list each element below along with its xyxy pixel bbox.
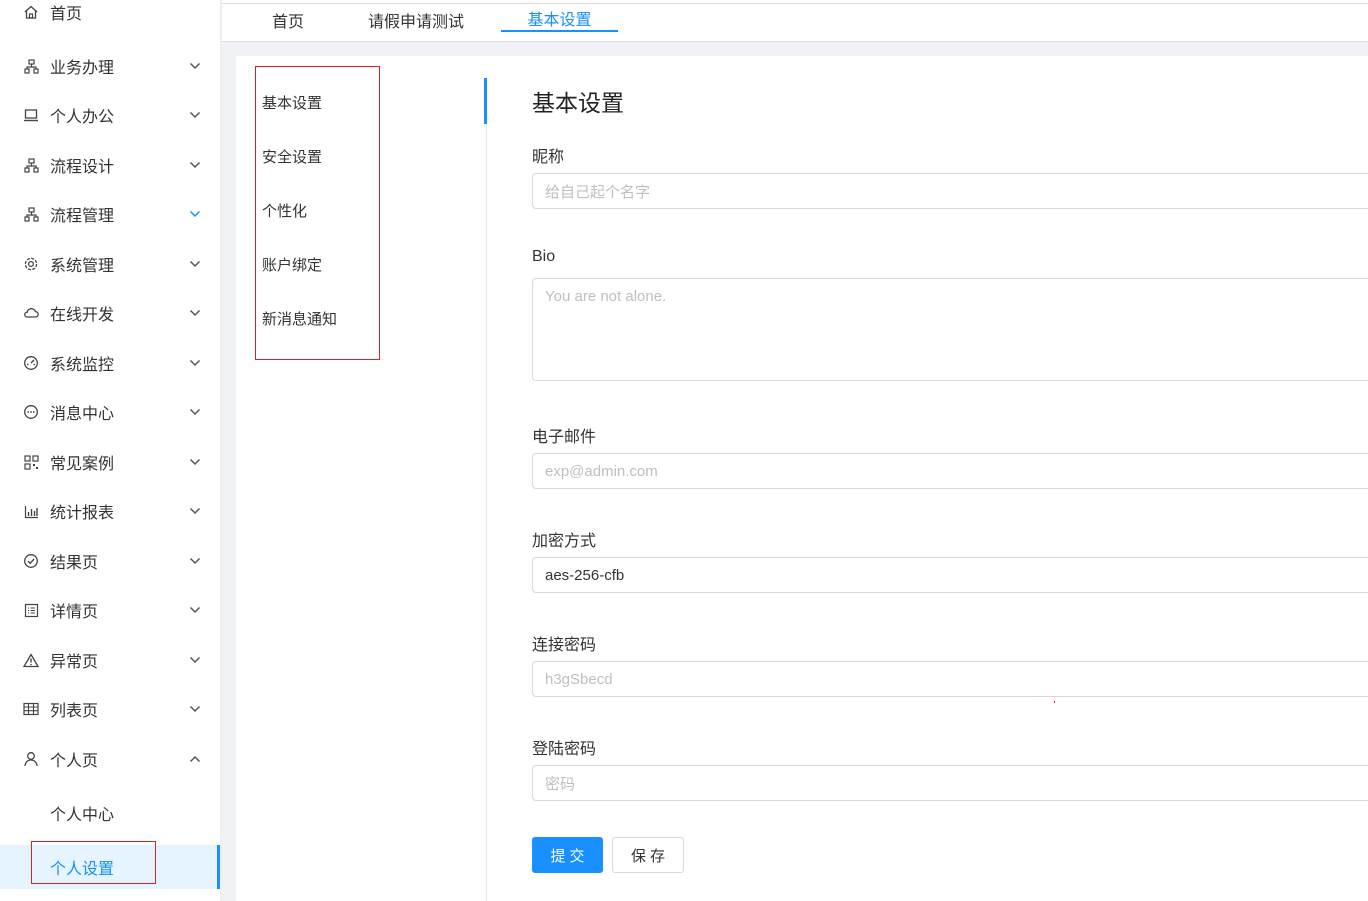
settings-card: 基本设置 安全设置 个性化 账户绑定 新消息通知 基本设置 昵称 给自己起个名字… <box>236 56 1368 901</box>
cloud-icon <box>22 304 40 322</box>
chevron-down-icon <box>188 405 202 419</box>
chevron-down-icon <box>188 455 202 469</box>
sidebar-item-personal-office[interactable]: 个人办公 <box>0 95 220 135</box>
sidebar-item-label: 在线开发 <box>50 307 115 324</box>
email-label: 电子邮件 <box>532 429 597 446</box>
nickname-label: 昵称 <box>532 149 565 166</box>
bio-label: Bio <box>532 248 556 265</box>
sidebar-item-label: 常见案例 <box>50 456 115 473</box>
gear-icon <box>22 255 40 273</box>
highlight-box <box>255 66 380 360</box>
chevron-down-icon <box>188 207 202 221</box>
sidebar-item-list-page[interactable]: 列表页 <box>0 689 220 729</box>
settings-menu-divider <box>486 78 487 901</box>
save-button[interactable]: 保存 <box>612 837 684 873</box>
apartment-icon <box>22 156 40 174</box>
page-title: 基本设置 <box>532 90 624 116</box>
sidebar-item-process-management[interactable]: 流程管理 <box>0 194 220 234</box>
email-input[interactable]: exp@admin.com <box>532 453 1368 489</box>
sidebar-item-system-monitor[interactable]: 系统监控 <box>0 343 220 383</box>
chevron-down-icon <box>188 356 202 370</box>
chevron-down-icon <box>188 504 202 518</box>
sidebar-item-label: 结果页 <box>50 555 99 572</box>
chevron-down-icon <box>188 603 202 617</box>
sidebar-item-label: 异常页 <box>50 654 99 671</box>
chevron-down-icon <box>188 306 202 320</box>
sidebar-item-label: 统计报表 <box>50 505 115 522</box>
sidebar-item-label: 系统管理 <box>50 258 115 275</box>
sidebar-item-business[interactable]: 业务办理 <box>0 46 220 86</box>
chevron-down-icon <box>188 59 202 73</box>
qrcode-icon <box>22 453 40 471</box>
sidebar-item-online-dev[interactable]: 在线开发 <box>0 293 220 333</box>
chevron-down-icon <box>188 108 202 122</box>
tab-bar: 首页 请假申请测试 基本设置 <box>222 0 1368 42</box>
login-password-input[interactable]: 密码 <box>532 765 1368 801</box>
sidebar-subitem-personal-center[interactable]: 个人中心 <box>0 791 220 835</box>
chevron-down-icon <box>188 554 202 568</box>
sidebar-item-label: 首页 <box>50 6 83 23</box>
sidebar-item-message-center[interactable]: 消息中心 <box>0 392 220 432</box>
sidebar-item-personal-page[interactable]: 个人页 <box>0 739 220 779</box>
sidebar-item-process-design[interactable]: 流程设计 <box>0 145 220 185</box>
conn-password-input[interactable]: h3gSbecd <box>532 661 1368 697</box>
top-border <box>222 3 1368 4</box>
apartment-icon <box>22 57 40 75</box>
chevron-up-icon <box>188 752 202 766</box>
home-icon <box>22 3 40 21</box>
sidebar-subitem-label: 个人中心 <box>50 807 115 824</box>
sidebar-item-home[interactable]: 首页 <box>0 0 220 32</box>
dashboard-icon <box>22 354 40 372</box>
highlight-box <box>31 841 156 884</box>
sidebar-item-label: 个人页 <box>50 753 99 770</box>
tab-home[interactable]: 首页 <box>252 0 324 32</box>
sidebar-item-exception-page[interactable]: 异常页 <box>0 640 220 680</box>
message-icon <box>22 403 40 421</box>
sidebar-item-label: 消息中心 <box>50 406 115 423</box>
submit-button[interactable]: 提交 <box>532 837 603 873</box>
encryption-select[interactable]: aes-256-cfb <box>532 557 1368 593</box>
stray-mark <box>1054 701 1055 703</box>
sidebar-item-result-page[interactable]: 结果页 <box>0 541 220 581</box>
apartment-icon <box>22 205 40 223</box>
tab-basic-settings[interactable]: 基本设置 <box>501 0 618 32</box>
nickname-input[interactable]: 给自己起个名字 <box>532 173 1368 209</box>
sidebar-item-label: 个人办公 <box>50 109 115 126</box>
sidebar-item-system-management[interactable]: 系统管理 <box>0 244 220 284</box>
sidebar-item-label: 系统监控 <box>50 357 115 374</box>
tab-leave-application-test[interactable]: 请假申请测试 <box>354 0 478 32</box>
warning-icon <box>22 651 40 669</box>
chevron-down-icon <box>188 158 202 172</box>
sidebar-item-detail-page[interactable]: 详情页 <box>0 590 220 630</box>
chevron-down-icon <box>188 653 202 667</box>
chevron-down-icon <box>188 257 202 271</box>
laptop-icon <box>22 106 40 124</box>
sidebar-item-label: 流程设计 <box>50 159 115 176</box>
active-indicator <box>484 78 487 124</box>
encryption-label: 加密方式 <box>532 533 597 550</box>
profile-icon <box>22 601 40 619</box>
check-circle-icon <box>22 552 40 570</box>
sidebar-item-common-cases[interactable]: 常见案例 <box>0 442 220 482</box>
sidebar-item-statistics[interactable]: 统计报表 <box>0 491 220 531</box>
bar-chart-icon <box>22 502 40 520</box>
login-password-label: 登陆密码 <box>532 741 597 758</box>
chevron-down-icon <box>188 702 202 716</box>
sidebar-item-label: 列表页 <box>50 703 99 720</box>
bio-textarea[interactable]: You are not alone. <box>532 278 1368 381</box>
table-icon <box>22 700 40 718</box>
conn-password-label: 连接密码 <box>532 637 597 654</box>
user-icon <box>22 750 40 768</box>
sidebar-item-label: 流程管理 <box>50 208 115 225</box>
sidebar-item-label: 业务办理 <box>50 60 115 77</box>
sidebar-divider <box>220 0 222 901</box>
sidebar-item-label: 详情页 <box>50 604 99 621</box>
sidebar: 首页 业务办理 个人办公 流程设计 流程管理 系统管理 在线开发 系统监控 消息… <box>0 0 220 901</box>
